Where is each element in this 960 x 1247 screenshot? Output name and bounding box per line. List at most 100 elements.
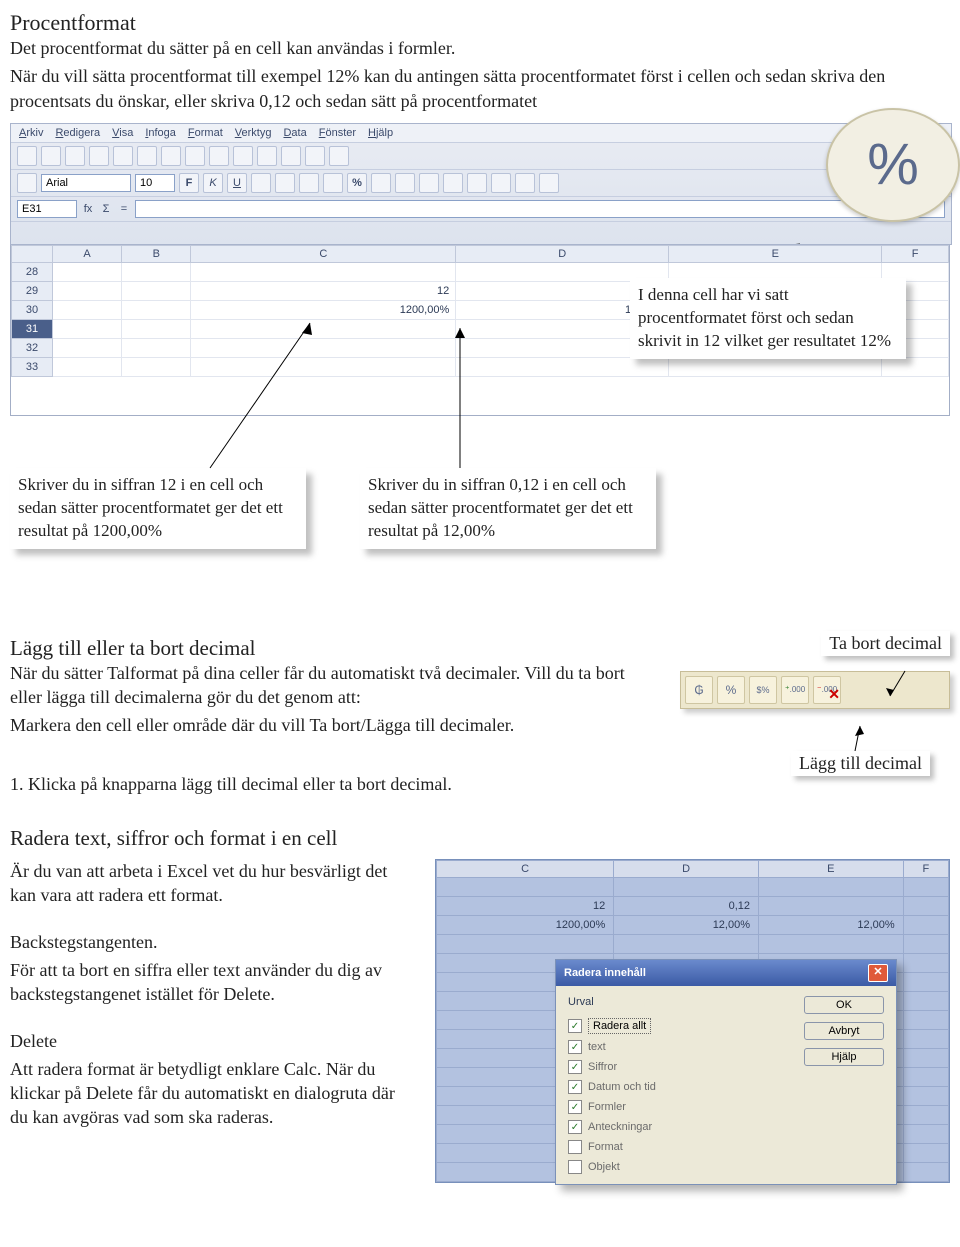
formula-bar: fx Σ = <box>11 197 951 222</box>
underline-icon[interactable]: U <box>227 173 247 193</box>
align-right-icon[interactable] <box>299 173 319 193</box>
percent-zoom-callout: % <box>826 108 960 222</box>
navigator-icon[interactable] <box>329 146 349 166</box>
p6: För att ta bort en siffra eller text anv… <box>10 958 410 1007</box>
row-29[interactable]: 29 <box>12 281 53 300</box>
cancel-button[interactable]: Avbryt <box>804 1022 884 1040</box>
percent-icon-2[interactable]: % <box>717 676 745 704</box>
percent-format-icon[interactable]: % <box>347 173 367 193</box>
styles-icon[interactable] <box>17 173 37 193</box>
cell2-d1[interactable]: 0,12 <box>614 897 759 916</box>
row-28[interactable]: 28 <box>12 262 53 281</box>
paste-icon[interactable] <box>185 146 205 166</box>
col2-f[interactable]: F <box>903 861 948 878</box>
col2-d[interactable]: D <box>614 861 759 878</box>
print-icon[interactable] <box>89 146 109 166</box>
remove-decimal-button[interactable]: ⁻.000✕ <box>813 676 841 704</box>
align-left-icon[interactable] <box>251 173 271 193</box>
cut-icon[interactable] <box>137 146 157 166</box>
remove-decimal-icon[interactable] <box>419 173 439 193</box>
sort-desc-icon[interactable] <box>281 146 301 166</box>
spellcheck-icon[interactable] <box>113 146 133 166</box>
cell2-d2[interactable]: 12,00% <box>614 916 759 935</box>
menu-visa[interactable]: Visa <box>112 127 133 139</box>
standard-toolbar <box>11 143 951 170</box>
indent-left-icon[interactable] <box>443 173 463 193</box>
col-c[interactable]: C <box>191 245 456 262</box>
close-icon[interactable]: ✕ <box>868 964 888 982</box>
row-31[interactable]: 31 <box>12 319 53 338</box>
p6t: Backstegstangenten. <box>10 930 410 954</box>
row-33[interactable]: 33 <box>12 357 53 376</box>
bgcolor-icon[interactable] <box>515 173 535 193</box>
redo-icon[interactable] <box>233 146 253 166</box>
fontcolor-icon[interactable] <box>539 173 559 193</box>
number-icon-2[interactable]: $% <box>749 676 777 704</box>
number-format-icon[interactable] <box>371 173 391 193</box>
chart-icon[interactable] <box>305 146 325 166</box>
cell-c29[interactable]: 12 <box>191 281 456 300</box>
h3-radera: Radera text, siffror och format i en cel… <box>10 826 950 851</box>
menubar: Arkiv Redigera Visa Infoga Format Verkty… <box>11 124 951 143</box>
row-32[interactable]: 32 <box>12 338 53 357</box>
menu-format[interactable]: Format <box>188 127 223 139</box>
col-b[interactable]: B <box>122 245 191 262</box>
menu-redigera[interactable]: Redigera <box>55 127 100 139</box>
chk-siffror: ✓Siffror <box>568 1060 784 1074</box>
col2-c[interactable]: C <box>437 861 614 878</box>
col-d[interactable]: D <box>456 245 669 262</box>
save-icon[interactable] <box>65 146 85 166</box>
new-icon[interactable] <box>17 146 37 166</box>
currency-icon[interactable] <box>323 173 343 193</box>
font-size-field[interactable] <box>135 174 175 192</box>
p7t: Delete <box>10 1029 410 1053</box>
col-f[interactable]: F <box>882 245 949 262</box>
menu-fonster[interactable]: Fönster <box>319 127 356 139</box>
italic-icon[interactable]: K <box>203 173 223 193</box>
cell-c30[interactable]: 1200,00% <box>191 300 456 319</box>
cell2-c2[interactable]: 1200,00% <box>437 916 614 935</box>
help-button[interactable]: Hjälp <box>804 1048 884 1066</box>
cell-reference-field[interactable] <box>17 200 77 218</box>
intro-line-2: När du vill sätta procentformat till exe… <box>10 64 950 113</box>
border-icon[interactable] <box>491 173 511 193</box>
formula-input[interactable] <box>135 200 945 218</box>
menu-arkiv[interactable]: Arkiv <box>19 127 43 139</box>
p4: Markera den cell eller område där du vil… <box>10 713 660 737</box>
chk-text: ✓text <box>568 1040 784 1054</box>
p3: När du sätter Talformat på dina celler f… <box>10 661 660 710</box>
col-e[interactable]: E <box>669 245 882 262</box>
font-name-field[interactable] <box>41 174 131 192</box>
p7: Att radera format är betydligt enklare C… <box>10 1057 410 1130</box>
align-center-icon[interactable] <box>275 173 295 193</box>
menu-data[interactable]: Data <box>283 127 306 139</box>
add-decimal-icon[interactable] <box>395 173 415 193</box>
bold-icon[interactable]: F <box>179 173 199 193</box>
equals-icon[interactable]: = <box>117 203 131 215</box>
open-icon[interactable] <box>41 146 61 166</box>
chk-datum: ✓Datum och tid <box>568 1080 784 1094</box>
chk-anteckningar: ✓Anteckningar <box>568 1120 784 1134</box>
col2-e[interactable]: E <box>759 861 904 878</box>
intro-line-1: Det procentformat du sätter på en cell k… <box>10 36 950 60</box>
sum-icon[interactable]: Σ <box>99 203 113 215</box>
menu-infoga[interactable]: Infoga <box>145 127 176 139</box>
sort-asc-icon[interactable] <box>257 146 277 166</box>
copy-icon[interactable] <box>161 146 181 166</box>
cell2-c1[interactable]: 12 <box>437 897 614 916</box>
undo-icon[interactable] <box>209 146 229 166</box>
menu-hjalp[interactable]: Hjälp <box>368 127 393 139</box>
ok-button[interactable]: OK <box>804 996 884 1014</box>
add-decimal-button[interactable]: ⁺.000 <box>781 676 809 704</box>
indent-right-icon[interactable] <box>467 173 487 193</box>
menu-verktyg[interactable]: Verktyg <box>235 127 272 139</box>
label-lagg-till-decimal: Lägg till decimal <box>791 751 930 776</box>
chk-radera-allt[interactable]: ✓ Radera allt <box>568 1018 784 1034</box>
cell2-e2[interactable]: 12,00% <box>759 916 904 935</box>
page-title: Procentformat <box>10 10 950 36</box>
col-a[interactable]: A <box>53 245 122 262</box>
function-wizard-icon[interactable]: fx <box>81 203 95 215</box>
row-30[interactable]: 30 <box>12 300 53 319</box>
currency-icon-2[interactable]: ₲ <box>685 676 713 704</box>
delete-contents-dialog: Radera innehåll ✕ Urval ✓ Radera allt ✓t… <box>555 959 897 1185</box>
